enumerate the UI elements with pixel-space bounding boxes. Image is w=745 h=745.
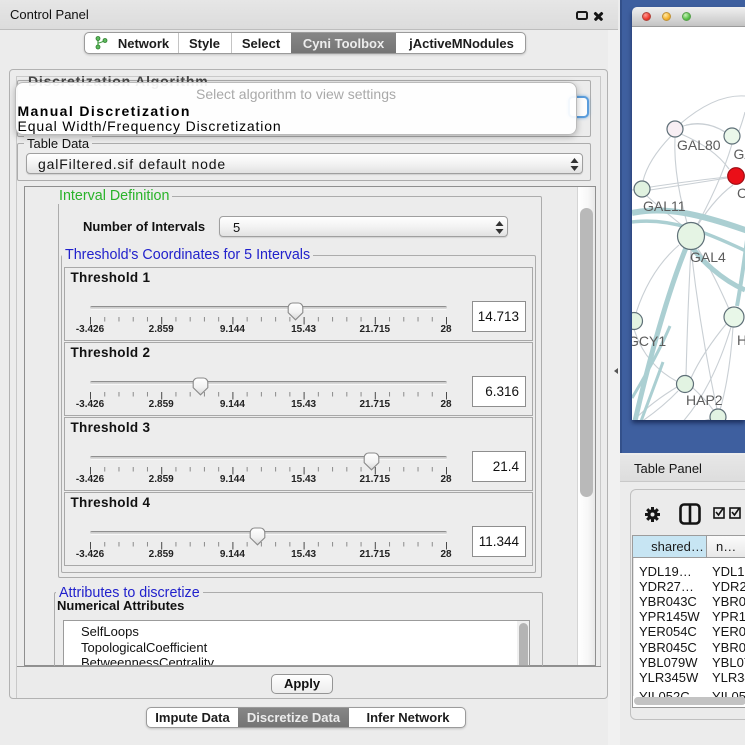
svg-text:GAL80: GAL80 — [677, 137, 721, 153]
svg-text:GCY1: GCY1 — [632, 333, 666, 349]
svg-text:HAP4: HAP4 — [737, 332, 745, 348]
svg-text:GAL11: GAL11 — [643, 198, 686, 214]
svg-text:GAL1: GAL1 — [734, 146, 745, 162]
svg-text:HAP2: HAP2 — [686, 392, 723, 408]
svg-text:GAL4: GAL4 — [690, 249, 726, 265]
svg-text:CDC1: CDC1 — [737, 185, 745, 201]
